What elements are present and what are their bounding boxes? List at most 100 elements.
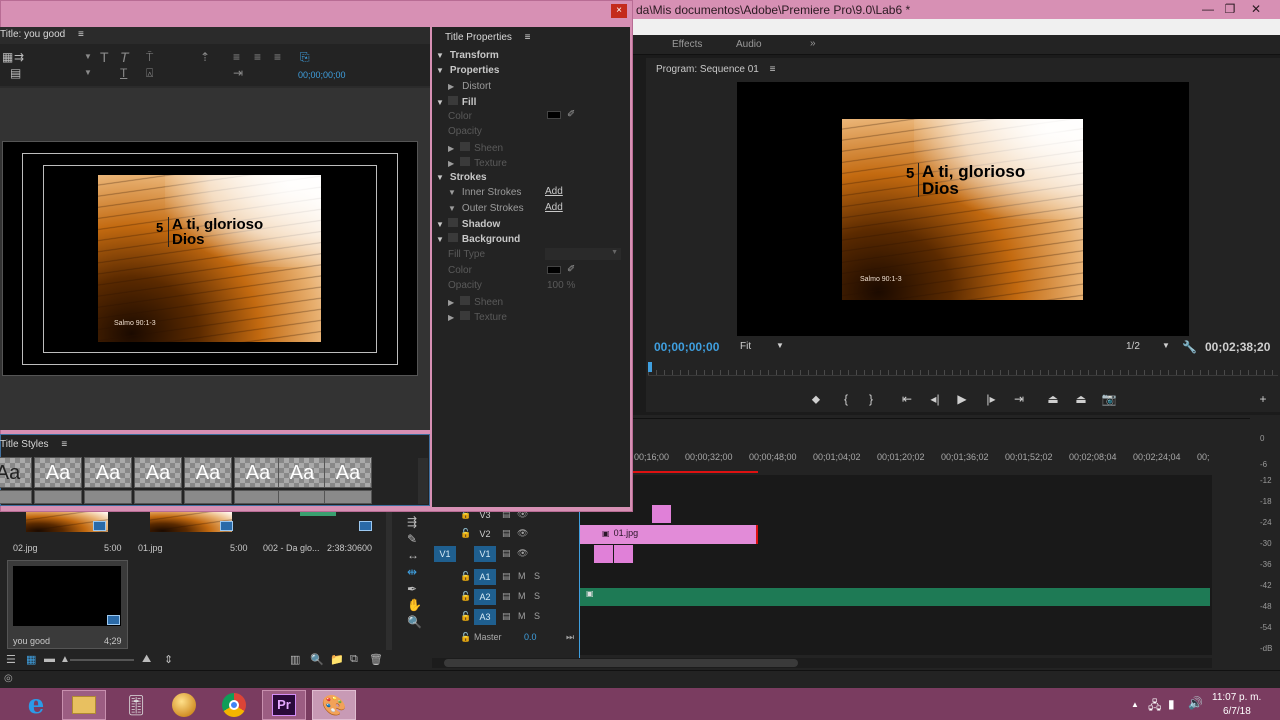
- project-scrollbar[interactable]: [386, 512, 392, 650]
- slip-tool-icon[interactable]: ⇹: [407, 565, 417, 579]
- bg-opacity-value[interactable]: 100 %: [547, 280, 575, 291]
- tab-stops-icon[interactable]: ⇉: [14, 50, 24, 64]
- minimize-icon[interactable]: —: [1200, 2, 1216, 16]
- sound-tool-icon[interactable]: 🎚: [114, 690, 158, 720]
- close-icon[interactable]: ×: [611, 4, 627, 18]
- tray-overflow-icon[interactable]: ▲: [1131, 700, 1139, 709]
- file-explorer-icon[interactable]: [62, 690, 106, 720]
- sort-icon[interactable]: ⛰: [142, 653, 151, 666]
- button-editor-icon[interactable]: +: [1254, 391, 1272, 407]
- style-swatch[interactable]: [134, 490, 182, 504]
- timeline-scroll-thumb[interactable]: [444, 659, 798, 667]
- panel-menu-icon[interactable]: ≡: [525, 32, 531, 43]
- clip-v1[interactable]: [594, 545, 613, 563]
- add-inner-stroke-link[interactable]: Add: [545, 186, 563, 197]
- style-swatch[interactable]: [234, 490, 282, 504]
- program-playhead[interactable]: [648, 362, 652, 372]
- section-background[interactable]: ▼ Background: [436, 233, 520, 245]
- eyedropper-icon[interactable]: ✐: [567, 109, 575, 120]
- section-strokes[interactable]: ▼ Strokes: [436, 172, 487, 183]
- show-background-icon[interactable]: ⎘: [300, 50, 310, 65]
- mark-out-icon[interactable]: }: [862, 391, 880, 407]
- wrench-icon[interactable]: 🔧: [1182, 340, 1197, 354]
- style-swatch[interactable]: Aa: [184, 457, 232, 488]
- volume-icon[interactable]: 🔊: [1188, 696, 1203, 710]
- list-view-icon[interactable]: ☰: [6, 653, 16, 666]
- title-properties-header[interactable]: Title Properties ≡: [445, 32, 531, 43]
- clip-a2-audio[interactable]: [580, 588, 1210, 606]
- track-header-master[interactable]: 🔓 Master 0.0 ⏭: [432, 629, 580, 647]
- go-to-in-icon[interactable]: ⇤: [898, 391, 916, 407]
- power-icon[interactable]: ▮: [1168, 697, 1175, 711]
- track-header-v2[interactable]: 🔓 V2 ▤ 👁: [432, 525, 580, 543]
- paint-icon[interactable]: 🎨: [312, 690, 356, 720]
- icon-view-icon[interactable]: ▦: [26, 653, 36, 666]
- align-center-icon[interactable]: ≡: [254, 50, 261, 64]
- title-styles-header[interactable]: Title Styles ≡: [0, 439, 67, 450]
- style-swatch[interactable]: Aa: [34, 457, 82, 488]
- track-header-a1[interactable]: 🔓 A1 ▤ M S: [432, 568, 580, 586]
- title-timecode[interactable]: 00;00;00;00: [298, 70, 346, 80]
- lift-icon[interactable]: ⏏: [1044, 391, 1062, 407]
- track-header-a3[interactable]: 🔓 A3 ▤ M S: [432, 608, 580, 626]
- clip-v1[interactable]: [614, 545, 633, 563]
- add-marker-icon[interactable]: ⬥: [807, 391, 825, 407]
- go-to-out-icon[interactable]: ⇥: [1010, 391, 1028, 407]
- eyedropper-icon[interactable]: ✐: [567, 264, 575, 275]
- pen-icon[interactable]: ✒: [407, 582, 417, 596]
- razor-icon[interactable]: ✎: [407, 532, 417, 546]
- taskbar-time[interactable]: 11:07 p. m.: [1212, 692, 1261, 703]
- new-item-icon[interactable]: ⧉: [350, 653, 358, 666]
- track-header-v1[interactable]: V1 V1 ▤ 👁: [432, 545, 580, 563]
- row-texture[interactable]: ▶ Texture: [448, 157, 507, 169]
- trash-icon[interactable]: 🗑: [369, 653, 383, 666]
- style-swatch[interactable]: Aa: [0, 457, 32, 488]
- ie-icon[interactable]: e: [14, 690, 58, 720]
- mark-in-icon[interactable]: {: [837, 391, 855, 407]
- underline-icon[interactable]: T: [120, 66, 127, 80]
- new-bin-icon[interactable]: 📁: [330, 653, 344, 666]
- fill-type-select[interactable]: ▼: [545, 248, 621, 260]
- style-swatch[interactable]: Aa: [134, 457, 182, 488]
- align-right-icon[interactable]: ≡: [274, 50, 281, 64]
- maximize-icon[interactable]: ❐: [1222, 2, 1238, 16]
- step-forward-icon[interactable]: |▸: [982, 391, 1000, 407]
- zoom-icon[interactable]: 🔍: [407, 615, 422, 629]
- close-icon[interactable]: ✕: [1248, 2, 1264, 16]
- hand-icon[interactable]: ✋: [407, 598, 422, 612]
- automate-icon[interactable]: ▥: [290, 653, 300, 666]
- kerning-icon[interactable]: ⍑: [146, 50, 153, 65]
- section-transform[interactable]: ▼ Transform: [436, 50, 499, 61]
- tab-effects[interactable]: Effects: [672, 39, 702, 50]
- program-time-ruler[interactable]: [648, 362, 1278, 376]
- row-outer-strokes[interactable]: ▼ Outer Strokes: [448, 203, 524, 214]
- play-icon[interactable]: ▶: [953, 391, 971, 407]
- font-icon[interactable]: T: [100, 49, 109, 65]
- row-bg-texture[interactable]: ▶ Texture: [448, 311, 507, 323]
- section-properties[interactable]: ▼ Properties: [436, 65, 499, 76]
- tab-audio[interactable]: Audio: [736, 39, 762, 50]
- timeline-ruler[interactable]: 00;16;00 00;00;32;00 00;00;48;00 00;01;0…: [632, 448, 1212, 466]
- styles-scrollbar[interactable]: [418, 458, 428, 504]
- tab-icon[interactable]: ⇥: [233, 66, 243, 80]
- program-timecode[interactable]: 00;00;00;00: [654, 340, 719, 354]
- style-swatch[interactable]: [0, 490, 32, 504]
- add-outer-stroke-link[interactable]: Add: [545, 202, 563, 213]
- align-left-icon[interactable]: ≡: [233, 50, 240, 64]
- resolution-select[interactable]: 1/2 ▼: [1126, 341, 1172, 352]
- premiere-pro-icon[interactable]: Pr: [262, 690, 306, 720]
- style-swatch[interactable]: Aa: [278, 457, 326, 488]
- track-header-a2[interactable]: 🔓 A2 ▤ M S: [432, 588, 580, 606]
- style-swatch[interactable]: Aa: [324, 457, 372, 488]
- row-sheen[interactable]: ▶ Sheen: [448, 142, 503, 154]
- extract-icon[interactable]: ⏏: [1072, 391, 1090, 407]
- freeform-view-icon[interactable]: ▬: [44, 653, 55, 665]
- panel-menu-icon[interactable]: ≡: [78, 29, 84, 40]
- chrome-icon[interactable]: [212, 690, 256, 720]
- italic-icon[interactable]: T: [120, 49, 129, 65]
- ripple-edit-icon[interactable]: ↔: [407, 548, 419, 562]
- taskbar-date[interactable]: 6/7/18: [1223, 706, 1251, 717]
- find-icon[interactable]: 🔍: [310, 653, 324, 666]
- roll-crawl-icon[interactable]: ▦: [2, 50, 13, 64]
- network-icon[interactable]: 🖧: [1148, 696, 1161, 717]
